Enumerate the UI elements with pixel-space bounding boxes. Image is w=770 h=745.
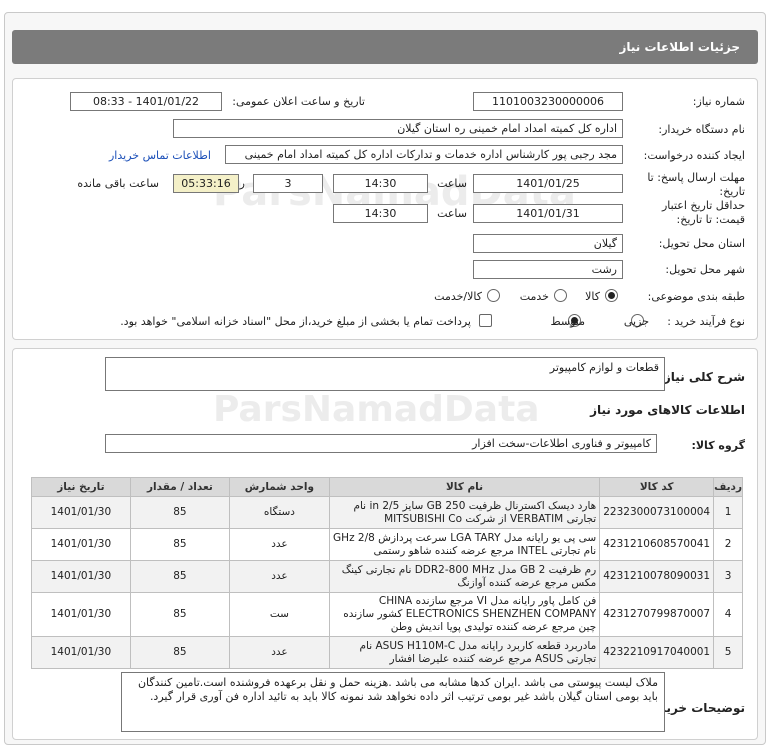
table-row[interactable]: 3 4231210078090031 رم ظرفیت GB 2 مدل DDR… (31, 560, 743, 593)
process-label: نوع فرآیند خرید : (667, 315, 745, 328)
cell-qty: 85 (129, 528, 231, 561)
cell-code: 4231270799870007 (599, 592, 715, 637)
cell-unit: عدد (229, 560, 330, 593)
cell-code: 2232300073100004 (599, 496, 715, 529)
need-info-panel: ParsNamadData شماره نیاز: 11010032300000… (12, 78, 758, 340)
page-header: جزئیات اطلاعات نیاز (12, 30, 758, 64)
category-option-service: خدمت (519, 290, 549, 303)
city-field: رشت (473, 260, 623, 279)
category-option-goods: کالا (585, 290, 600, 303)
deadline-time-label: ساعت (437, 177, 467, 190)
cell-index: 2 (713, 528, 743, 561)
treasury-payment-note: پرداخت تمام یا بخشی از مبلغ خرید،از محل … (120, 315, 471, 328)
table-row[interactable]: 1 2232300073100004 هارد دیسک اکسترنال ظر… (31, 496, 743, 529)
cell-index: 3 (713, 560, 743, 593)
cell-date: 1401/01/30 (31, 528, 131, 561)
goods-info-label: اطلاعات کالاهای مورد نیاز (590, 403, 745, 417)
creator-label: ایجاد کننده درخواست: (643, 149, 745, 162)
announce-field: 1401/01/22 - 08:33 (70, 92, 222, 111)
cell-index: 4 (713, 592, 743, 637)
cell-qty: 85 (129, 496, 231, 529)
province-field: گیلان (473, 234, 623, 253)
category-radio-goods-service[interactable] (487, 289, 500, 302)
deadline-label-1: مهلت ارسال پاسخ: تا (647, 171, 745, 184)
cell-name: مادربرد قطعه کاربرد رایانه مدل ASUS H110… (328, 636, 601, 669)
cell-date: 1401/01/30 (31, 496, 131, 529)
process-option-medium: متوسط (550, 315, 585, 328)
cell-code: 4232210917040001 (599, 636, 715, 669)
city-label: شهر محل تحویل: (665, 263, 745, 276)
table-row[interactable]: 2 4231210608570041 سی پی یو رایانه مدل L… (31, 528, 743, 561)
cell-date: 1401/01/30 (31, 592, 131, 637)
buyer-field: اداره کل کمیته امداد امام خمینی ره استان… (173, 119, 623, 138)
th-qty: تعداد / مقدار (129, 477, 231, 497)
validity-label-2: قیمت: تا تاریخ: (676, 213, 745, 226)
days-field: 3 (253, 174, 323, 193)
announce-label: تاریخ و ساعت اعلان عمومی: (232, 95, 365, 108)
remaining-time-field: 05:33:16 (173, 174, 239, 193)
cell-unit: دستگاه (229, 496, 330, 529)
validity-date-field: 1401/01/31 (473, 204, 623, 223)
th-code: کد کالا (599, 477, 715, 497)
cell-index: 1 (713, 496, 743, 529)
validity-time-label: ساعت (437, 207, 467, 220)
cell-date: 1401/01/30 (31, 560, 131, 593)
cell-unit: ست (229, 592, 330, 637)
deadline-time-field: 14:30 (333, 174, 428, 193)
th-unit: واحد شمارش (229, 477, 330, 497)
treasury-payment-checkbox[interactable] (479, 314, 492, 327)
cell-unit: عدد (229, 636, 330, 669)
cell-name: هارد دیسک اکسترنال ظرفیت GB 250 سایز in … (328, 496, 601, 529)
contact-buyer-link[interactable]: اطلاعات تماس خریدار (109, 149, 211, 162)
cell-name: سی پی یو رایانه مدل LGA TARY سرعت پردازش… (328, 528, 601, 561)
buyer-label: نام دستگاه خریدار: (658, 123, 745, 136)
process-option-minor: جزیی (623, 315, 649, 328)
table-row[interactable]: 4 4231270799870007 فن کامل پاور رایانه م… (31, 592, 743, 637)
cell-date: 1401/01/30 (31, 636, 131, 669)
need-number-field: 1101003230000006 (473, 92, 623, 111)
cell-qty: 85 (129, 592, 231, 637)
table-row[interactable]: 5 4232210917040001 مادربرد قطعه کاربرد ر… (31, 636, 743, 669)
category-option-goods-service: کالا/خدمت (434, 290, 482, 303)
goods-table: ردیف کد کالا نام کالا واحد شمارش تعداد /… (31, 477, 743, 669)
th-name: نام کالا (328, 477, 601, 497)
table-header-row: ردیف کد کالا نام کالا واحد شمارش تعداد /… (31, 477, 743, 497)
validity-time-field: 14:30 (333, 204, 428, 223)
buyer-notes-field: ملاک لیست پیوستی می باشد .ایران کدها مشا… (121, 672, 665, 732)
validity-label-1: حداقل تاریخ اعتبار (661, 199, 745, 212)
category-radio-goods[interactable] (605, 289, 618, 302)
category-radio-service[interactable] (554, 289, 567, 302)
cell-code: 4231210608570041 (599, 528, 715, 561)
province-label: استان محل تحویل: (658, 237, 745, 250)
group-label: گروه کالا: (691, 439, 745, 452)
watermark-2: ParsNamadData (213, 389, 540, 430)
summary-title-field: قطعات و لوازم کامپیوتر (105, 357, 665, 391)
creator-field: مجد رجبی پور کارشناس اداره خدمات و تدارک… (225, 145, 623, 164)
th-index: ردیف (713, 477, 743, 497)
cell-name: رم ظرفیت GB 2 مدل DDR2-800 MHz نام تجارت… (328, 560, 601, 593)
summary-title-label: شرح کلی نیاز: (659, 370, 745, 384)
remaining-label: ساعت باقی مانده (77, 177, 159, 190)
category-label: طبقه بندی موضوعی: (647, 290, 745, 303)
group-field: کامپیوتر و فناوری اطلاعات-سخت افزار (105, 434, 657, 453)
cell-qty: 85 (129, 636, 231, 669)
th-date: تاریخ نیاز (31, 477, 131, 497)
deadline-date-field: 1401/01/25 (473, 174, 623, 193)
deadline-label-2: تاریخ: (719, 185, 745, 198)
cell-name: فن کامل پاور رایانه مدل VI مرجع سازنده C… (328, 592, 601, 637)
cell-unit: عدد (229, 528, 330, 561)
cell-code: 4231210078090031 (599, 560, 715, 593)
summary-panel: شرح کلی نیاز: قطعات و لوازم کامپیوتر Par… (12, 348, 758, 740)
need-number-label: شماره نیاز: (692, 95, 745, 108)
cell-qty: 85 (129, 560, 231, 593)
cell-index: 5 (713, 636, 743, 669)
